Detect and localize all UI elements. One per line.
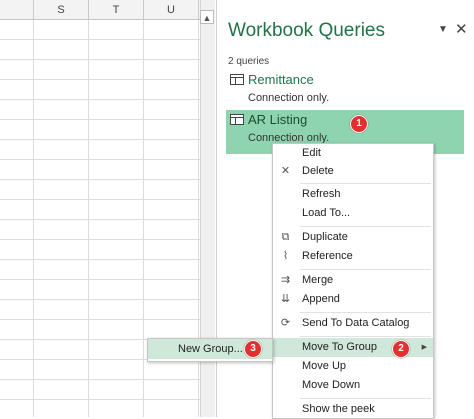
menu-separator (300, 398, 431, 399)
menu-item-merge[interactable]: ⇉ Merge (273, 271, 433, 290)
menu-item-label: Merge (302, 274, 334, 286)
column-headers: S T U V (0, 0, 200, 20)
menu-item-label: New Group... (178, 343, 243, 355)
step-badge-1: 1 (350, 115, 368, 133)
menu-item-label: Load To... (302, 207, 351, 219)
menu-item-label: Move Up (302, 360, 347, 372)
query-item-remittance[interactable]: Remittance Connection only. (226, 70, 464, 114)
menu-item-label: Show the peek (302, 403, 375, 415)
menu-separator (300, 336, 431, 337)
menu-item-move-down[interactable]: Move Down (273, 376, 433, 395)
send-to-catalog-icon: ⟳ (280, 317, 291, 329)
menu-item-label: Move To Group (302, 341, 378, 353)
menu-item-label: Delete (302, 165, 334, 177)
menu-item-delete[interactable]: ✕ Delete (273, 162, 433, 181)
menu-item-label: Send To Data Catalog (302, 317, 410, 329)
query-name: Remittance (248, 72, 314, 87)
menu-item-label: Reference (302, 250, 353, 262)
menu-item-send-to-data-catalog[interactable]: ⟳ Send To Data Catalog (273, 314, 433, 333)
menu-item-duplicate[interactable]: ⧉ Duplicate (273, 228, 433, 247)
menu-item-label: Move Down (302, 379, 361, 391)
table-icon (230, 114, 244, 125)
column-header-blank[interactable] (0, 0, 34, 20)
menu-item-label: Refresh (302, 188, 341, 200)
append-icon: ⇊ (280, 293, 291, 305)
menu-item-label: Duplicate (302, 231, 348, 243)
menu-separator (300, 269, 431, 270)
menu-item-label: Edit (302, 147, 321, 159)
column-header[interactable]: U (144, 0, 199, 20)
menu-separator (300, 312, 431, 313)
query-name: AR Listing (248, 112, 308, 127)
menu-separator (300, 183, 431, 184)
chevron-down-icon[interactable]: ▼ (438, 24, 448, 35)
menu-item-edit[interactable]: Edit (273, 144, 433, 163)
menu-separator (300, 226, 431, 227)
merge-icon: ⇉ (280, 274, 291, 286)
context-menu: Edit ✕ Delete Refresh Load To... ⧉ Dupli… (272, 143, 434, 419)
query-count: 2 queries (228, 56, 270, 67)
menu-item-refresh[interactable]: Refresh (273, 185, 433, 204)
duplicate-icon: ⧉ (281, 231, 290, 243)
column-header[interactable]: T (89, 0, 144, 20)
query-status: Connection only. (248, 92, 330, 104)
scroll-up-icon[interactable]: ▲ (200, 10, 214, 24)
pane-title: Workbook Queries (228, 20, 385, 41)
paperclip-icon: ⌇ (282, 250, 289, 262)
menu-item-reference[interactable]: ⌇ Reference (273, 247, 433, 266)
menu-item-show-the-peek[interactable]: Show the peek (273, 400, 433, 419)
step-badge-2: 2 (392, 340, 410, 358)
close-icon[interactable]: ✕ (455, 20, 468, 38)
menu-item-move-up[interactable]: Move Up (273, 357, 433, 376)
x-icon: ✕ (280, 165, 291, 177)
chevron-right-icon: ▶ (421, 344, 427, 351)
table-icon (230, 74, 244, 85)
menu-item-load-to[interactable]: Load To... (273, 204, 433, 223)
step-badge-3: 3 (244, 340, 262, 358)
menu-item-append[interactable]: ⇊ Append (273, 290, 433, 309)
menu-item-label: Append (302, 293, 340, 305)
column-header[interactable]: S (34, 0, 89, 20)
